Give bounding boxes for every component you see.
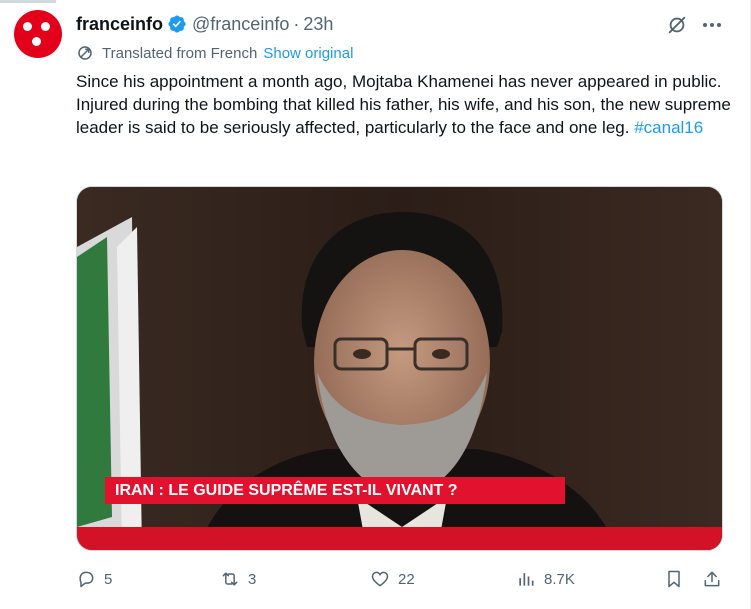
reply-count: 5	[104, 570, 113, 588]
tweet-text: Since his appointment a month ago, Mojta…	[76, 70, 740, 139]
like-count: 22	[398, 570, 415, 588]
verified-badge-icon[interactable]	[167, 14, 187, 34]
tweet-header: franceinfo @franceinfo · 23h	[76, 12, 333, 36]
bookmark-icon	[668, 570, 680, 588]
heart-icon	[371, 571, 389, 587]
avatar-dot	[41, 22, 50, 31]
bookmark-button[interactable]	[664, 566, 692, 592]
action-bar: 5 3 22 8.7K	[76, 566, 736, 592]
reply-button[interactable]: 5	[76, 566, 112, 592]
media-lower-band	[77, 527, 722, 550]
grok-icon[interactable]	[666, 14, 688, 36]
repost-button[interactable]: 3	[220, 566, 256, 592]
repost-icon	[222, 572, 238, 586]
tweet-text-main: Since his appointment a month ago, Mojta…	[76, 72, 731, 137]
like-button[interactable]: 22	[370, 566, 415, 592]
avatar-dot	[32, 37, 41, 46]
translation-notice: Translated from French Show original	[76, 44, 353, 62]
repost-count: 3	[248, 570, 257, 588]
separator: ·	[293, 13, 300, 34]
share-button[interactable]	[702, 566, 730, 592]
media-caption-banner: IRAN : LE GUIDE SUPRÊME EST-IL VIVANT ?	[105, 477, 565, 504]
top-strip	[0, 0, 56, 3]
hashtag-link[interactable]: #canal16	[634, 118, 703, 137]
show-original-link[interactable]: Show original	[263, 45, 353, 62]
timestamp[interactable]: 23h	[303, 14, 333, 35]
views-icon	[519, 573, 534, 586]
translation-label: Translated from French	[102, 44, 258, 62]
translate-icon	[78, 46, 92, 60]
avatar[interactable]	[14, 10, 62, 58]
display-name[interactable]: franceinfo	[76, 14, 163, 35]
avatar-dot	[23, 22, 32, 31]
share-icon	[704, 571, 720, 587]
handle[interactable]: @franceinfo	[192, 14, 289, 35]
views-button[interactable]: 8.7K	[516, 566, 575, 592]
more-icon[interactable]	[700, 14, 724, 36]
reply-icon	[79, 571, 94, 588]
tweet-media[interactable]: IRAN : LE GUIDE SUPRÊME EST-IL VIVANT ?	[76, 186, 723, 551]
view-count: 8.7K	[544, 570, 575, 588]
